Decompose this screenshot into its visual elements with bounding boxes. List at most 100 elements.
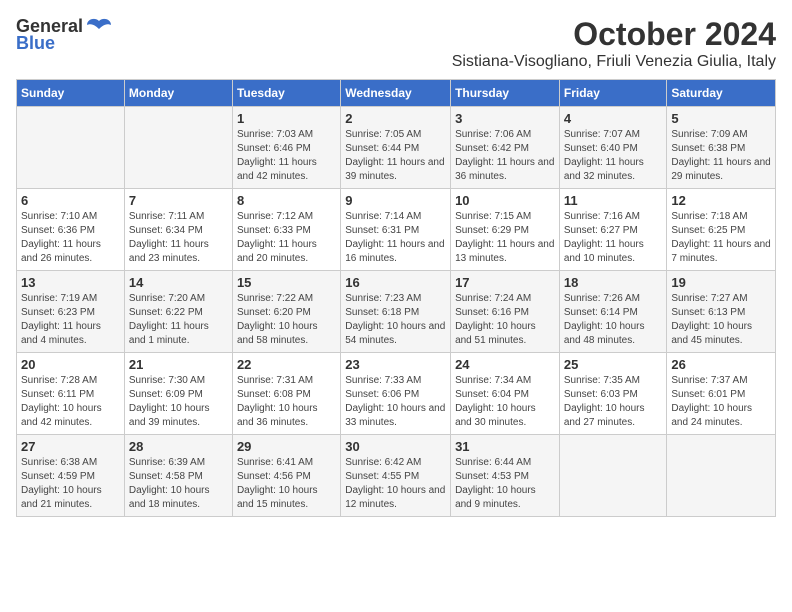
- month-title: October 2024: [452, 16, 776, 53]
- calendar-cell: 14 Sunrise: 7:20 AMSunset: 6:22 PMDayligh…: [124, 271, 232, 353]
- calendar-cell: 20 Sunrise: 7:28 AMSunset: 6:11 PMDayligh…: [17, 353, 125, 435]
- cell-info: Sunrise: 7:23 AMSunset: 6:18 PMDaylight:…: [345, 292, 446, 348]
- calendar-cell: 11 Sunrise: 7:16 AMSunset: 6:27 PMDayligh…: [559, 189, 667, 271]
- calendar-cell: 10 Sunrise: 7:15 AMSunset: 6:29 PMDayligh…: [451, 189, 560, 271]
- day-number: 12: [671, 193, 771, 208]
- calendar-cell: 24 Sunrise: 7:34 AMSunset: 6:04 PMDayligh…: [451, 353, 560, 435]
- calendar-week-row: 20 Sunrise: 7:28 AMSunset: 6:11 PMDayligh…: [17, 353, 776, 435]
- cell-info: Sunrise: 7:07 AMSunset: 6:40 PMDaylight:…: [564, 128, 663, 184]
- logo-blue-text: Blue: [16, 33, 55, 54]
- cell-info: Sunrise: 7:24 AMSunset: 6:16 PMDaylight:…: [455, 292, 555, 348]
- cell-info: Sunrise: 7:22 AMSunset: 6:20 PMDaylight:…: [237, 292, 336, 348]
- header: General Blue October 2024 Sistiana-Visog…: [16, 16, 776, 71]
- cell-info: Sunrise: 7:05 AMSunset: 6:44 PMDaylight:…: [345, 128, 446, 184]
- day-header-saturday: Saturday: [667, 80, 776, 107]
- day-number: 24: [455, 357, 555, 372]
- calendar-cell: 6 Sunrise: 7:10 AMSunset: 6:36 PMDaylight…: [17, 189, 125, 271]
- day-number: 6: [21, 193, 120, 208]
- calendar-cell: 23 Sunrise: 7:33 AMSunset: 6:06 PMDayligh…: [341, 353, 451, 435]
- cell-info: Sunrise: 7:20 AMSunset: 6:22 PMDaylight:…: [129, 292, 228, 348]
- calendar-week-row: 1 Sunrise: 7:03 AMSunset: 6:46 PMDaylight…: [17, 107, 776, 189]
- calendar-header-row: SundayMondayTuesdayWednesdayThursdayFrid…: [17, 80, 776, 107]
- cell-info: Sunrise: 7:35 AMSunset: 6:03 PMDaylight:…: [564, 374, 663, 430]
- calendar-cell: 2 Sunrise: 7:05 AMSunset: 6:44 PMDaylight…: [341, 107, 451, 189]
- day-number: 2: [345, 111, 446, 126]
- calendar-cell: [667, 435, 776, 517]
- calendar-cell: [559, 435, 667, 517]
- day-number: 18: [564, 275, 663, 290]
- location-title: Sistiana-Visogliano, Friuli Venezia Giul…: [452, 53, 776, 71]
- day-header-sunday: Sunday: [17, 80, 125, 107]
- cell-info: Sunrise: 7:27 AMSunset: 6:13 PMDaylight:…: [671, 292, 771, 348]
- day-number: 4: [564, 111, 663, 126]
- cell-info: Sunrise: 7:14 AMSunset: 6:31 PMDaylight:…: [345, 210, 446, 266]
- day-number: 11: [564, 193, 663, 208]
- calendar-cell: 1 Sunrise: 7:03 AMSunset: 6:46 PMDaylight…: [232, 107, 340, 189]
- cell-info: Sunrise: 7:06 AMSunset: 6:42 PMDaylight:…: [455, 128, 555, 184]
- cell-info: Sunrise: 7:18 AMSunset: 6:25 PMDaylight:…: [671, 210, 771, 266]
- day-number: 19: [671, 275, 771, 290]
- cell-info: Sunrise: 7:03 AMSunset: 6:46 PMDaylight:…: [237, 128, 336, 184]
- cell-info: Sunrise: 7:09 AMSunset: 6:38 PMDaylight:…: [671, 128, 771, 184]
- calendar-cell: 22 Sunrise: 7:31 AMSunset: 6:08 PMDayligh…: [232, 353, 340, 435]
- cell-info: Sunrise: 6:42 AMSunset: 4:55 PMDaylight:…: [345, 456, 446, 512]
- calendar-cell: 16 Sunrise: 7:23 AMSunset: 6:18 PMDayligh…: [341, 271, 451, 353]
- cell-info: Sunrise: 7:34 AMSunset: 6:04 PMDaylight:…: [455, 374, 555, 430]
- calendar-week-row: 27Sunrise: 6:38 AMSunset: 4:59 PMDayligh…: [17, 435, 776, 517]
- day-number: 5: [671, 111, 771, 126]
- day-number: 10: [455, 193, 555, 208]
- cell-info: Sunrise: 7:10 AMSunset: 6:36 PMDaylight:…: [21, 210, 120, 266]
- day-number: 8: [237, 193, 336, 208]
- cell-info: Sunrise: 6:38 AMSunset: 4:59 PMDaylight:…: [21, 456, 120, 512]
- cell-info: Sunrise: 7:33 AMSunset: 6:06 PMDaylight:…: [345, 374, 446, 430]
- cell-info: Sunrise: 7:12 AMSunset: 6:33 PMDaylight:…: [237, 210, 336, 266]
- calendar-cell: 30 Sunrise: 6:42 AMSunset: 4:55 PMDayligh…: [341, 435, 451, 517]
- cell-info: Sunrise: 7:37 AMSunset: 6:01 PMDaylight:…: [671, 374, 771, 430]
- cell-info: Sunrise: 6:39 AMSunset: 4:58 PMDaylight:…: [129, 456, 228, 512]
- calendar-cell: 3 Sunrise: 7:06 AMSunset: 6:42 PMDaylight…: [451, 107, 560, 189]
- day-number: 7: [129, 193, 228, 208]
- calendar-cell: 4 Sunrise: 7:07 AMSunset: 6:40 PMDaylight…: [559, 107, 667, 189]
- calendar-cell: 12 Sunrise: 7:18 AMSunset: 6:25 PMDayligh…: [667, 189, 776, 271]
- day-number: 9: [345, 193, 446, 208]
- calendar-cell: 19 Sunrise: 7:27 AMSunset: 6:13 PMDayligh…: [667, 271, 776, 353]
- logo-bird-icon: [85, 17, 113, 37]
- calendar-cell: 21 Sunrise: 7:30 AMSunset: 6:09 PMDayligh…: [124, 353, 232, 435]
- day-number: 23: [345, 357, 446, 372]
- cell-info: Sunrise: 7:28 AMSunset: 6:11 PMDaylight:…: [21, 374, 120, 430]
- calendar-week-row: 13 Sunrise: 7:19 AMSunset: 6:23 PMDayligh…: [17, 271, 776, 353]
- cell-info: Sunrise: 7:16 AMSunset: 6:27 PMDaylight:…: [564, 210, 663, 266]
- title-area: October 2024 Sistiana-Visogliano, Friuli…: [452, 16, 776, 71]
- cell-info: Sunrise: 7:26 AMSunset: 6:14 PMDaylight:…: [564, 292, 663, 348]
- cell-info: Sunrise: 7:19 AMSunset: 6:23 PMDaylight:…: [21, 292, 120, 348]
- calendar-cell: 28 Sunrise: 6:39 AMSunset: 4:58 PMDayligh…: [124, 435, 232, 517]
- day-number: 31: [455, 439, 555, 454]
- day-number: 22: [237, 357, 336, 372]
- day-number: 15: [237, 275, 336, 290]
- day-number: 30: [345, 439, 446, 454]
- day-number: 3: [455, 111, 555, 126]
- day-header-friday: Friday: [559, 80, 667, 107]
- day-header-wednesday: Wednesday: [341, 80, 451, 107]
- calendar-cell: 29Sunrise: 6:41 AMSunset: 4:56 PMDayligh…: [232, 435, 340, 517]
- day-number: 13: [21, 275, 120, 290]
- day-number: 26: [671, 357, 771, 372]
- day-number: 29: [237, 439, 336, 454]
- day-number: 28: [129, 439, 228, 454]
- cell-info: Sunrise: 7:31 AMSunset: 6:08 PMDaylight:…: [237, 374, 336, 430]
- calendar-table: SundayMondayTuesdayWednesdayThursdayFrid…: [16, 79, 776, 517]
- calendar-cell: [17, 107, 125, 189]
- calendar-cell: 27Sunrise: 6:38 AMSunset: 4:59 PMDayligh…: [17, 435, 125, 517]
- day-number: 21: [129, 357, 228, 372]
- calendar-body: 1 Sunrise: 7:03 AMSunset: 6:46 PMDaylight…: [17, 107, 776, 517]
- day-number: 16: [345, 275, 446, 290]
- calendar-cell: 8 Sunrise: 7:12 AMSunset: 6:33 PMDaylight…: [232, 189, 340, 271]
- cell-info: Sunrise: 7:30 AMSunset: 6:09 PMDaylight:…: [129, 374, 228, 430]
- logo: General Blue: [16, 16, 113, 54]
- calendar-cell: 9 Sunrise: 7:14 AMSunset: 6:31 PMDaylight…: [341, 189, 451, 271]
- day-number: 14: [129, 275, 228, 290]
- day-number: 1: [237, 111, 336, 126]
- day-number: 20: [21, 357, 120, 372]
- cell-info: Sunrise: 7:15 AMSunset: 6:29 PMDaylight:…: [455, 210, 555, 266]
- calendar-cell: 5 Sunrise: 7:09 AMSunset: 6:38 PMDaylight…: [667, 107, 776, 189]
